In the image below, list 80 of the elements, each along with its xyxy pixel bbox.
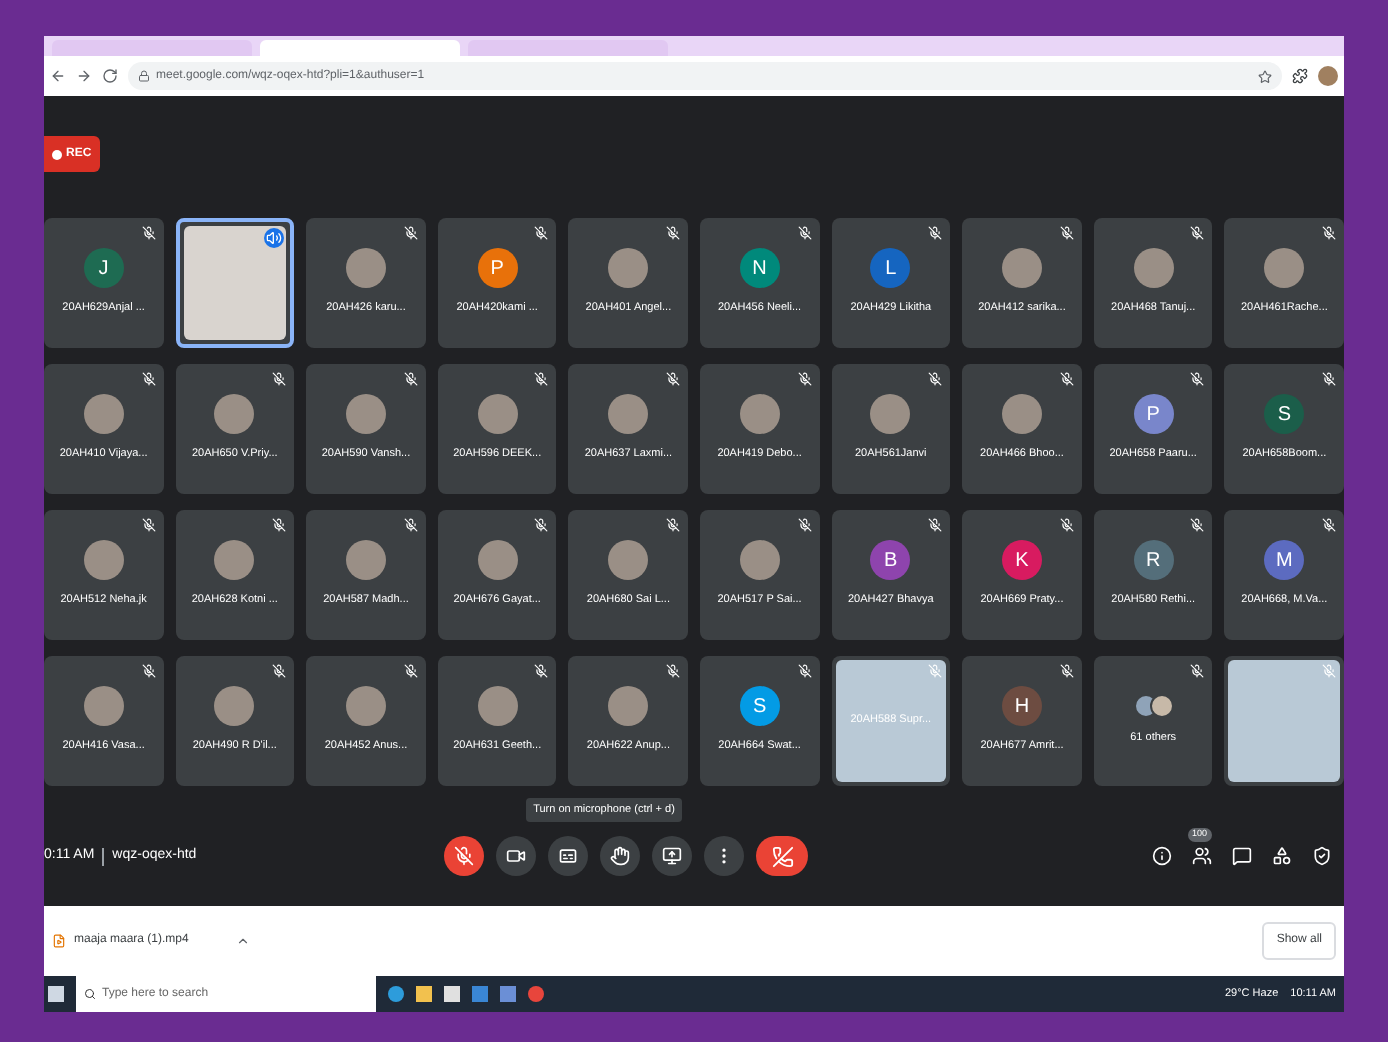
phone-icon: [771, 845, 793, 868]
raise-hand-button[interactable]: [600, 836, 640, 877]
more-options-button[interactable]: [704, 836, 744, 877]
mic-off-icon: [928, 518, 943, 532]
mic-off-icon: [1059, 372, 1074, 386]
letter-avatar: K: [1001, 540, 1042, 581]
mic-off-icon: [534, 372, 549, 386]
activities-icon[interactable]: [1272, 846, 1292, 867]
mic-off-icon: [797, 518, 812, 532]
letter-avatar: P: [1133, 394, 1174, 435]
letter-avatar: P: [477, 248, 518, 289]
mic-off-icon: [403, 226, 418, 240]
mic-off-icon: [534, 518, 549, 532]
forward-icon[interactable]: [76, 68, 92, 84]
mic-off-icon: [928, 664, 943, 678]
mic-off-icon: [928, 372, 943, 386]
mic-off-icon: [1321, 518, 1336, 532]
mic-off-icon: [141, 372, 156, 386]
mic-off-icon: [665, 226, 680, 240]
mic-off-icon: [665, 518, 680, 532]
captions-icon: [558, 846, 578, 867]
mic-off-icon: [272, 372, 287, 386]
windows-start-icon[interactable]: [48, 986, 64, 1002]
mic-off-icon: [1190, 664, 1205, 678]
mic-off-icon: [1321, 372, 1336, 386]
bookmark-star-icon[interactable]: [1258, 69, 1272, 83]
mic-off-icon: [797, 226, 812, 240]
letter-avatar: H: [1001, 686, 1042, 727]
mic-off-icon: [665, 372, 680, 386]
mic-off-icon: [797, 664, 812, 678]
letter-avatar: R: [1133, 540, 1174, 581]
captions-button[interactable]: [548, 836, 588, 877]
mic-off-icon: [534, 226, 549, 240]
mic-off-icon: [141, 226, 156, 240]
mic-off-icon: [1059, 664, 1074, 678]
mic-off-icon: [1059, 518, 1074, 532]
mic-off-icon: [403, 664, 418, 678]
mic-off-icon: [1190, 226, 1205, 240]
reload-icon[interactable]: [102, 68, 118, 84]
mic-off-icon: [403, 518, 418, 532]
chat-icon[interactable]: [1232, 846, 1252, 867]
mic-off-icon: [797, 372, 812, 386]
mic-off-icon: [534, 664, 549, 678]
mic-off-icon: [1190, 518, 1205, 532]
mic-off-icon: [403, 372, 418, 386]
letter-avatar: J: [83, 248, 124, 289]
letter-avatar: S: [1264, 394, 1305, 435]
letter-avatar: S: [739, 686, 780, 727]
letter-avatar: L: [870, 248, 911, 289]
info-icon[interactable]: [1152, 846, 1172, 867]
end-call-button[interactable]: [756, 836, 808, 877]
mic-off-icon: [272, 518, 287, 532]
present-button[interactable]: [652, 836, 692, 877]
letter-avatar: M: [1264, 540, 1305, 581]
extensions-icon[interactable]: [1292, 68, 1308, 84]
mic-off-icon: [1059, 226, 1074, 240]
mic-off-icon: [272, 664, 287, 678]
hand-icon: [610, 846, 630, 867]
letter-avatar: B: [870, 540, 911, 581]
video-camera-icon: [506, 846, 526, 867]
search-icon: [84, 988, 96, 1000]
back-icon[interactable]: [50, 68, 66, 84]
letter-avatar: N: [739, 248, 780, 289]
shield-icon[interactable]: [1312, 846, 1332, 867]
mic-off-icon: [1321, 664, 1336, 678]
mic-off-icon: [141, 518, 156, 532]
camera-button[interactable]: [496, 836, 536, 877]
chevron-icon[interactable]: [236, 934, 251, 948]
mic-off-icon: [454, 846, 474, 867]
mic-off-icon: [141, 664, 156, 678]
mic-off-icon: [665, 664, 680, 678]
mic-off-icon: [928, 226, 943, 240]
profile-avatar[interactable]: [1318, 66, 1338, 86]
lock-icon: [138, 70, 150, 82]
file-icon: [52, 934, 66, 948]
microphone-button[interactable]: [444, 836, 484, 877]
present-screen-icon: [662, 846, 682, 867]
people-icon[interactable]: [1192, 846, 1212, 867]
mic-off-icon: [1321, 226, 1336, 240]
mic-off-icon: [1190, 372, 1205, 386]
